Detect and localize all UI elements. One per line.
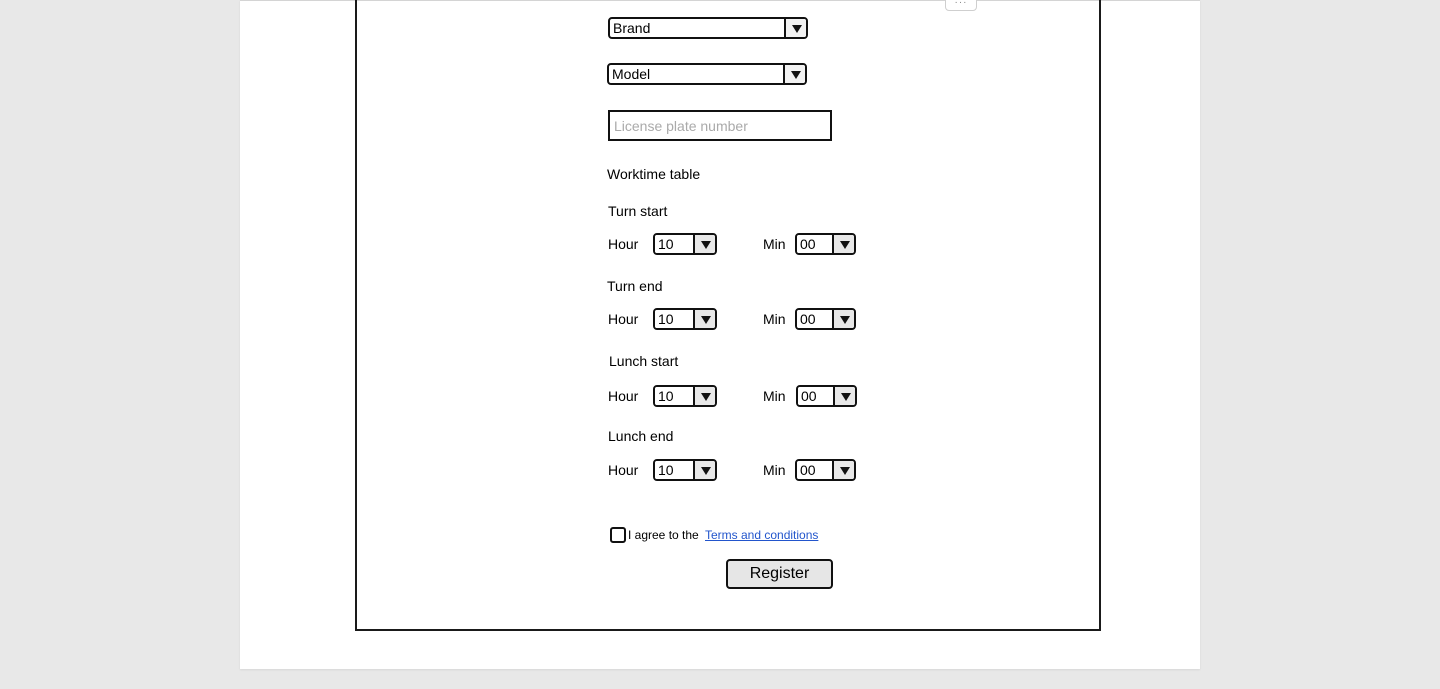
chevron-down-icon [784, 19, 806, 37]
terms-link[interactable]: Terms and conditions [705, 528, 818, 542]
lunch-end-title: Lunch end [608, 428, 674, 444]
turn-end-min-value: 00 [797, 310, 832, 328]
lunch-end-hour-select[interactable]: 10 [653, 459, 717, 481]
turn-start-title: Turn start [608, 203, 668, 219]
chevron-down-icon [693, 461, 715, 479]
chevron-down-icon [833, 387, 855, 405]
chevron-down-icon [832, 461, 854, 479]
chevron-down-icon [832, 235, 854, 253]
lunch-start-min-select[interactable]: 00 [796, 385, 857, 407]
turn-end-min-select[interactable]: 00 [795, 308, 856, 330]
turn-end-title: Turn end [607, 278, 663, 294]
turn-end-hour-select[interactable]: 10 [653, 308, 717, 330]
brand-select[interactable]: Brand [608, 17, 808, 39]
model-select-value: Model [612, 66, 651, 82]
chevron-down-icon [693, 310, 715, 328]
turn-start-hour-select[interactable]: 10 [653, 233, 717, 255]
chevron-down-icon [783, 65, 805, 83]
lunch-start-hour-label: Hour [608, 388, 639, 404]
lunch-start-hour-select[interactable]: 10 [653, 385, 717, 407]
agree-label: I agree to the [628, 528, 699, 542]
lunch-end-min-select[interactable]: 00 [795, 459, 856, 481]
brand-select-value: Brand [613, 20, 651, 36]
lunch-end-hour-label: Hour [608, 462, 639, 478]
turn-end-hour-label: Hour [608, 311, 639, 327]
chevron-down-icon [832, 310, 854, 328]
register-button[interactable]: Register [726, 559, 833, 589]
terms-checkbox[interactable] [610, 527, 626, 543]
lunch-start-hour-value: 10 [655, 387, 693, 405]
model-select[interactable]: Model [607, 63, 807, 85]
lunch-start-min-label: Min [763, 388, 786, 404]
license-plate-input[interactable] [608, 110, 832, 141]
lunch-start-title: Lunch start [609, 353, 679, 369]
lunch-end-min-label: Min [763, 462, 786, 478]
lunch-start-min-value: 00 [798, 387, 833, 405]
turn-start-min-label: Min [763, 236, 786, 252]
turn-start-min-value: 00 [797, 235, 832, 253]
turn-start-min-select[interactable]: 00 [795, 233, 856, 255]
lunch-end-min-value: 00 [797, 461, 832, 479]
chevron-down-icon [693, 235, 715, 253]
turn-end-min-label: Min [763, 311, 786, 327]
chevron-down-icon [693, 387, 715, 405]
worktime-table-title: Worktime table [607, 166, 701, 182]
lunch-end-hour-value: 10 [655, 461, 693, 479]
turn-end-hour-value: 10 [655, 310, 693, 328]
turn-start-hour-value: 10 [655, 235, 693, 253]
turn-start-hour-label: Hour [608, 236, 639, 252]
